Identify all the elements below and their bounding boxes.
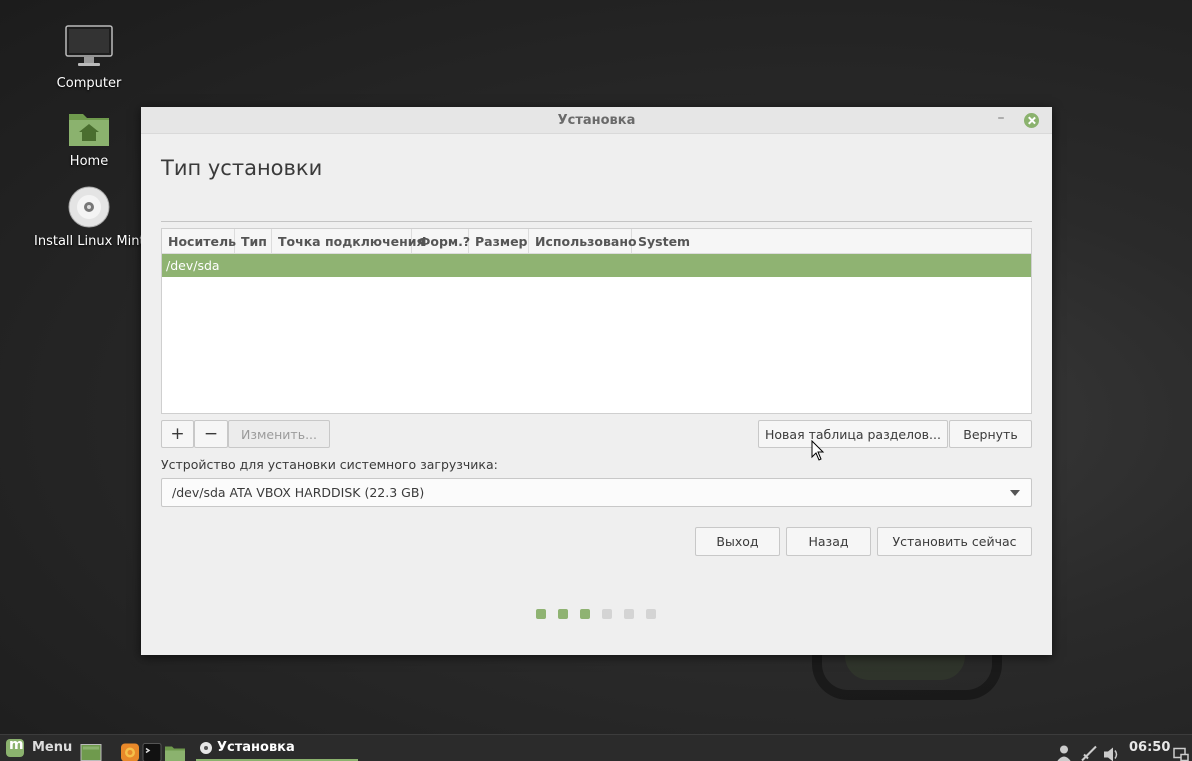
table-header: Носитель Тип Точка подключения Форм.? Ра… xyxy=(162,229,1031,254)
mint-logo-icon xyxy=(6,737,24,757)
table-row[interactable]: /dev/sda xyxy=(162,254,1031,277)
column-header[interactable]: Тип xyxy=(235,229,272,253)
window-title: Установка xyxy=(557,113,636,128)
user-icon[interactable] xyxy=(1056,740,1072,761)
divider xyxy=(161,221,1032,222)
column-header[interactable]: Форм.? xyxy=(412,229,470,253)
revert-button[interactable]: Вернуть xyxy=(949,420,1032,448)
column-header[interactable]: Носитель xyxy=(162,229,236,253)
step-progress xyxy=(536,609,656,619)
terminal-icon[interactable] xyxy=(142,739,162,761)
display-icon[interactable] xyxy=(1173,741,1189,761)
mouse-cursor-icon xyxy=(811,440,825,461)
column-header[interactable]: System xyxy=(632,229,1031,253)
show-desktop-icon[interactable] xyxy=(80,739,102,761)
desktop-icon-label: Install Linux Mint xyxy=(34,234,145,249)
menu-label: Menu xyxy=(32,740,73,755)
device-cell: /dev/sda xyxy=(166,258,220,273)
install-now-button[interactable]: Установить сейчас xyxy=(877,527,1032,556)
bootloader-device-value: /dev/sda ATA VBOX HARDDISK (22.3 GB) xyxy=(172,485,425,500)
taskbar: Menu Установка 06:50 xyxy=(0,734,1192,761)
taskbar-window-label: Установка xyxy=(217,740,295,755)
monitor-icon xyxy=(65,25,113,66)
window-titlebar[interactable]: Установка – xyxy=(141,107,1052,134)
disc-icon xyxy=(200,742,212,754)
back-button[interactable]: Назад xyxy=(786,527,871,556)
step-dot xyxy=(624,609,634,619)
step-dot xyxy=(580,609,590,619)
step-dot xyxy=(536,609,546,619)
firefox-icon[interactable] xyxy=(120,739,140,761)
desktop-icon-label: Home xyxy=(69,154,109,169)
desktop-icon-computer[interactable]: Computer xyxy=(34,24,144,91)
volume-icon[interactable] xyxy=(1103,741,1121,761)
menu-button[interactable]: Menu xyxy=(0,735,76,761)
remove-partition-button[interactable]: − xyxy=(194,420,228,448)
minimize-button[interactable]: – xyxy=(993,110,1009,128)
column-header[interactable]: Размер xyxy=(469,229,529,253)
disc-icon xyxy=(68,186,110,228)
change-partition-button[interactable]: Изменить... xyxy=(228,420,330,448)
chevron-down-icon xyxy=(1010,490,1020,496)
partition-table[interactable]: Носитель Тип Точка подключения Форм.? Ра… xyxy=(161,228,1032,414)
files-icon[interactable] xyxy=(164,740,186,761)
column-header[interactable]: Использовано xyxy=(529,229,637,253)
bootloader-device-select[interactable]: /dev/sda ATA VBOX HARDDISK (22.3 GB) xyxy=(161,478,1032,507)
home-folder-icon xyxy=(69,114,109,146)
step-dot xyxy=(646,609,656,619)
add-partition-button[interactable]: + xyxy=(161,420,194,448)
quit-button[interactable]: Выход xyxy=(695,527,780,556)
desktop-icon-label: Computer xyxy=(56,76,122,91)
taskbar-window-installer[interactable]: Установка xyxy=(196,735,358,761)
installer-window: Установка – Тип установки Носитель Тип Т… xyxy=(141,107,1052,655)
desktop-icon-home[interactable]: Home xyxy=(34,108,144,169)
network-icon[interactable] xyxy=(1080,740,1098,761)
clock[interactable]: 06:50 xyxy=(1129,740,1170,755)
page-title: Тип установки xyxy=(161,156,323,180)
step-dot xyxy=(602,609,612,619)
new-partition-table-button[interactable]: Новая таблица разделов... xyxy=(758,420,948,448)
desktop-icon-install[interactable]: Install Linux Mint xyxy=(34,186,145,249)
close-button[interactable] xyxy=(1024,113,1039,128)
bootloader-label: Устройство для установки системного загр… xyxy=(161,457,498,472)
column-header[interactable]: Точка подключения xyxy=(272,229,425,253)
step-dot xyxy=(558,609,568,619)
